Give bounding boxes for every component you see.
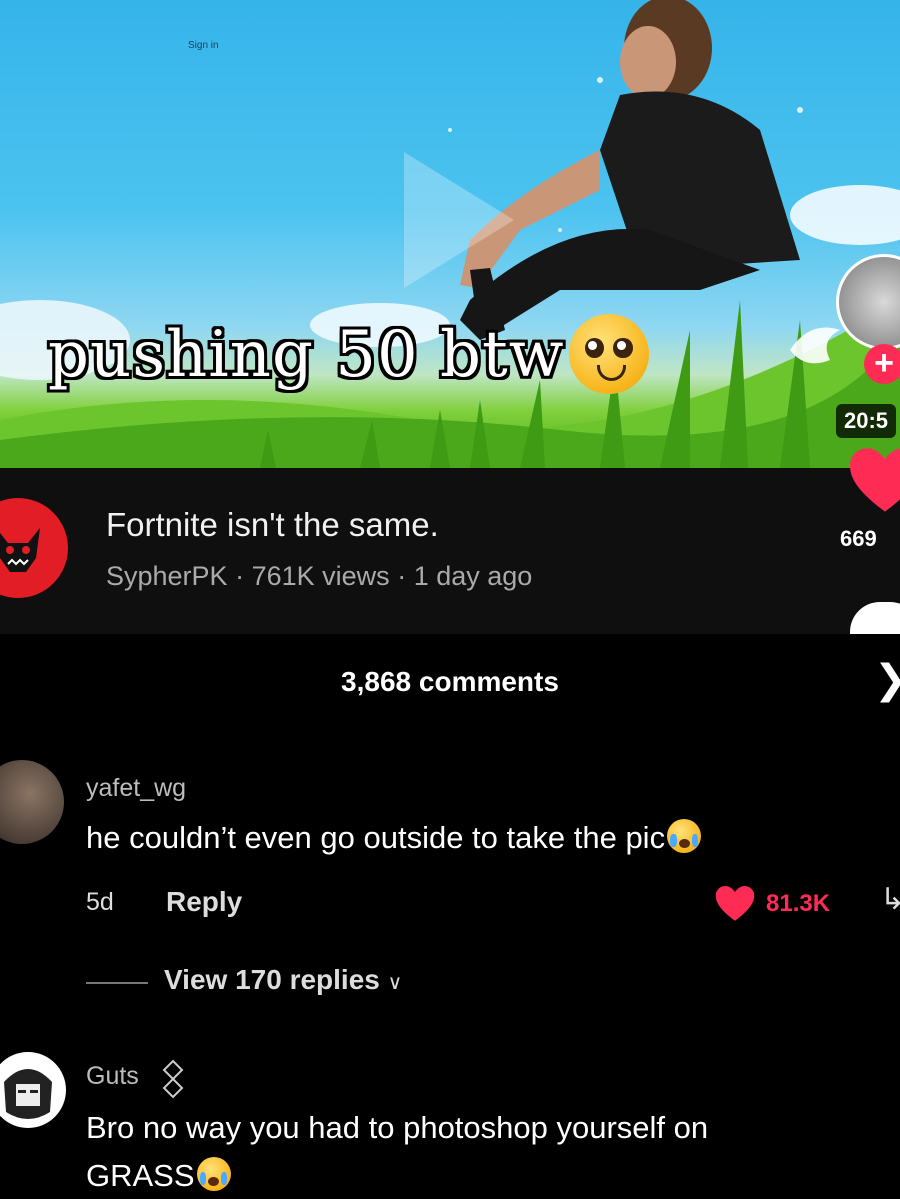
play-icon[interactable] [404,152,514,288]
comment-text-line-2: GRASS [86,1156,231,1195]
video-like-count: 669 [840,526,877,551]
follow-plus-icon[interactable]: + [864,344,900,384]
view-replies-button[interactable]: View 170 replies ∨ [164,964,402,996]
demon-mask-icon [0,528,40,572]
comment-username[interactable]: Guts [86,1062,139,1091]
loudly-crying-face-icon [667,818,702,853]
meta-separator: · [235,561,245,591]
dislike-icon[interactable]: ↳ [880,882,900,917]
view-replies-label: View 170 replies [164,964,380,995]
like-heart-icon[interactable] [850,446,900,516]
channel-name[interactable]: SypherPK [106,561,228,591]
overlay-caption: pushing 50 btw [48,318,565,392]
comment-like-count: 81.3K [766,890,831,917]
comment-body: he couldn’t even go outside to take the … [86,820,666,855]
reply-button[interactable]: Reply [166,886,242,918]
comment-text: he couldn’t even go outside to take the … [86,818,702,857]
video-duration: 20:5 [836,404,897,438]
upload-age: 1 day ago [413,561,533,591]
comment-body: GRASS [86,1158,195,1193]
loudly-crying-face-icon [196,1156,231,1191]
video-meta: SypherPK · 761K views · 1 day ago [106,561,532,592]
meta-separator: · [397,561,407,591]
guts-portrait [4,1069,52,1119]
signin-badge: Sign in [188,40,219,51]
video-title[interactable]: Fortnite isn't the same. [106,506,439,544]
comment-like-heart-icon[interactable] [714,886,756,922]
comments-count: 3,868 comments [341,666,559,697]
replies-divider [86,982,148,984]
comment-username[interactable]: yafet_wg [86,774,186,803]
channel-avatar[interactable] [0,498,68,598]
brand-badge-icon [162,1059,184,1099]
chevron-right-icon[interactable]: ❯ [874,660,900,700]
thumbnail-overlay-text: pushing 50 btw [48,313,649,400]
video-thumbnail[interactable]: Sign in pushing 50 btw + 20:5 [0,0,900,468]
chevron-down-icon: ∨ [387,972,403,994]
pleading-face-icon [568,313,649,394]
comment-time: 5d [86,888,114,916]
commenter-avatar[interactable] [0,760,64,844]
view-count: 761K views [251,561,390,591]
comments-panel: 3,868 comments ❯ yafet_wg he couldn’t ev… [0,634,900,1199]
video-info-bar: Fortnite isn't the same. SypherPK · 761K… [0,448,900,662]
commenter-avatar[interactable] [0,1052,66,1128]
comment-text-line-1: Bro no way you had to photoshop yourself… [86,1110,709,1145]
